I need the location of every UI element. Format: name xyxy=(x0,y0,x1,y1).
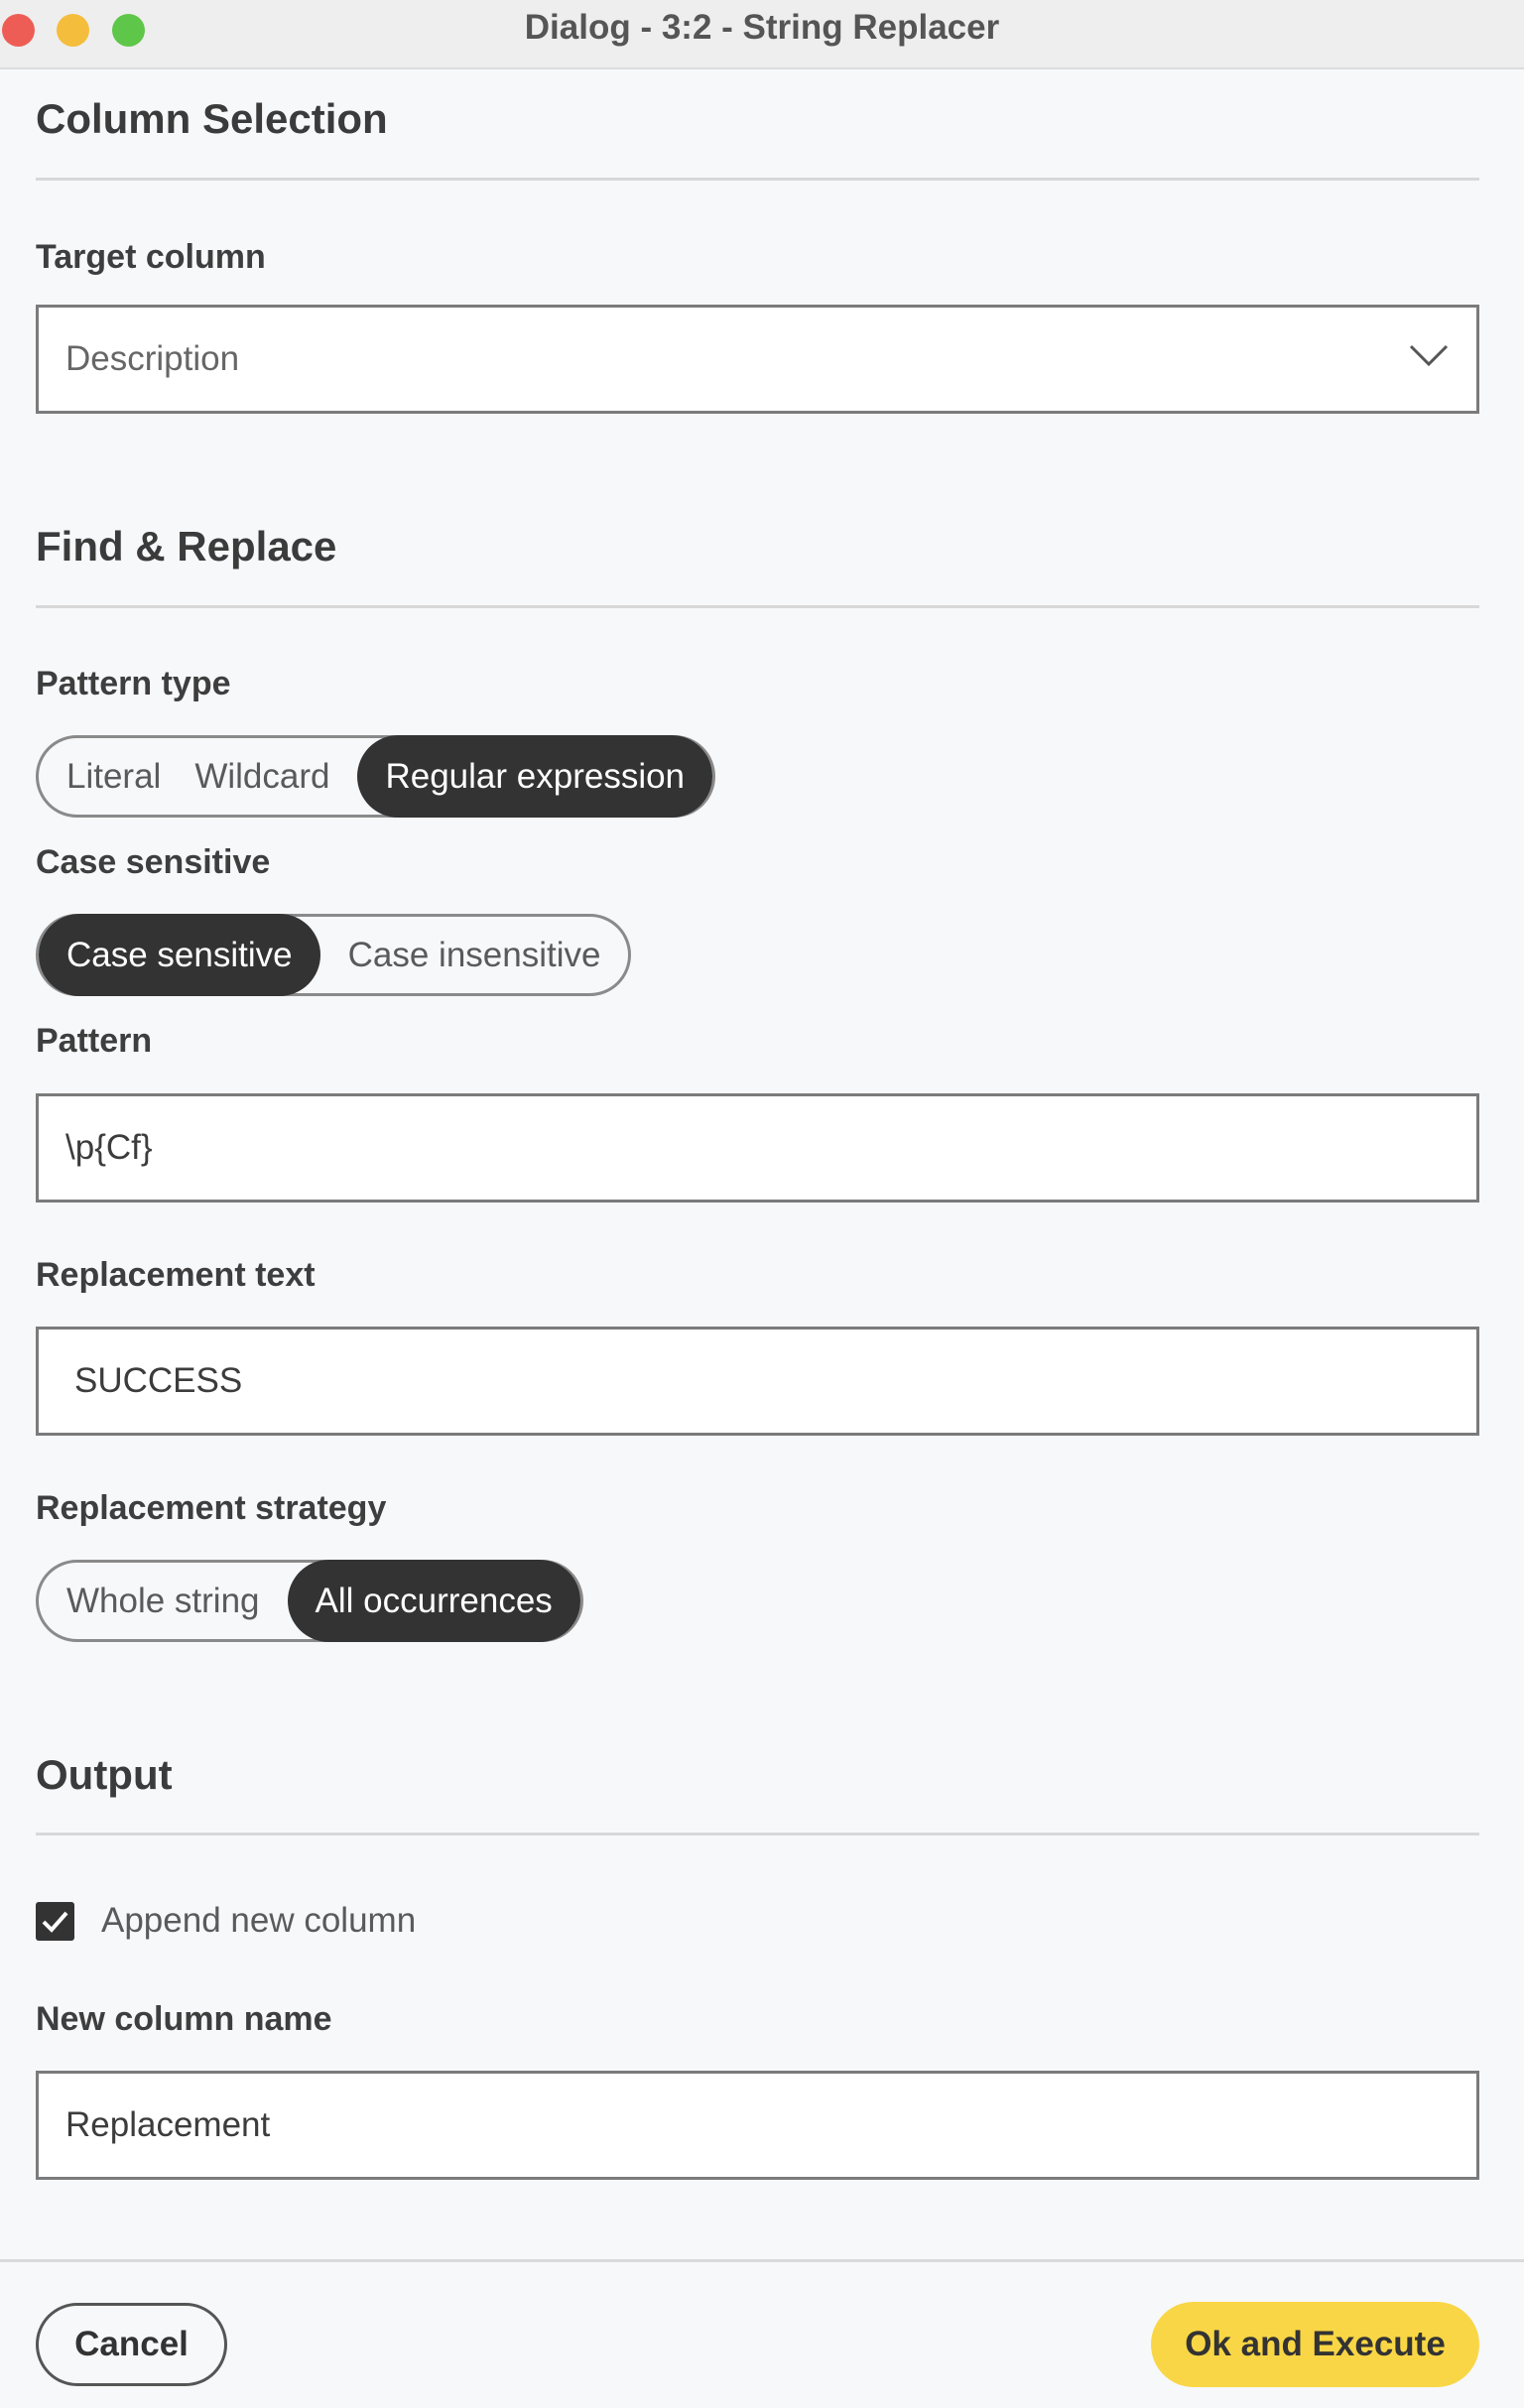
target-column-dropdown[interactable]: Description xyxy=(36,305,1479,414)
case-sensitivity-toggle: Case sensitive Case insensitive xyxy=(36,914,632,996)
replacement-text-label: Replacement text xyxy=(36,1256,316,1294)
section-title-column-selection: Column Selection xyxy=(36,95,388,142)
title-bar: Dialog - 3:2 - String Replacer xyxy=(0,0,1524,69)
dialog-window: Dialog - 3:2 - String Replacer Column Se… xyxy=(0,0,1524,2408)
replacement-strategy-toggle: Whole string All occurrences xyxy=(36,1560,583,1642)
footer-divider xyxy=(0,2259,1524,2262)
target-column-label: Target column xyxy=(36,238,266,276)
replacement-strategy-label: Replacement strategy xyxy=(36,1489,387,1527)
checkmark-icon xyxy=(42,1911,68,1933)
section-divider xyxy=(36,178,1479,181)
new-column-name-label: New column name xyxy=(36,2000,332,2038)
section-divider xyxy=(36,1833,1479,1836)
case-option-insensitive[interactable]: Case insensitive xyxy=(320,914,629,996)
chevron-down-icon xyxy=(1409,344,1449,367)
section-divider xyxy=(36,605,1479,608)
pattern-value: \p{Cf} xyxy=(65,1128,153,1167)
section-title-find-replace: Find & Replace xyxy=(36,523,337,570)
strategy-option-whole-string[interactable]: Whole string xyxy=(39,1560,288,1642)
pattern-type-option-regex[interactable]: Regular expression xyxy=(357,735,713,818)
pattern-type-toggle: Literal Wildcard Regular expression xyxy=(36,735,716,818)
case-option-sensitive[interactable]: Case sensitive xyxy=(39,914,320,996)
cancel-button[interactable]: Cancel xyxy=(36,2303,227,2386)
window-title: Dialog - 3:2 - String Replacer xyxy=(524,8,1000,47)
append-new-column-label[interactable]: Append new column xyxy=(101,1901,416,1941)
case-sensitive-label: Case sensitive xyxy=(36,843,271,881)
pattern-type-option-wildcard[interactable]: Wildcard xyxy=(189,735,357,818)
pattern-label: Pattern xyxy=(36,1022,153,1060)
replacement-text-value: SUCCESS xyxy=(74,1361,243,1400)
target-column-value: Description xyxy=(65,339,240,378)
pattern-type-label: Pattern type xyxy=(36,665,231,702)
append-new-column-checkbox[interactable] xyxy=(36,1902,74,1941)
ok-and-execute-button[interactable]: Ok and Execute xyxy=(1151,2302,1479,2387)
pattern-input[interactable]: \p{Cf} xyxy=(36,1093,1479,1203)
pattern-type-option-literal[interactable]: Literal xyxy=(39,735,189,818)
section-title-output: Output xyxy=(36,1751,173,1798)
strategy-option-all-occurrences[interactable]: All occurrences xyxy=(287,1560,580,1642)
new-column-name-value: Replacement xyxy=(65,2105,271,2144)
new-column-name-input[interactable]: Replacement xyxy=(36,2071,1479,2180)
replacement-text-input[interactable]: SUCCESS xyxy=(36,1327,1479,1436)
